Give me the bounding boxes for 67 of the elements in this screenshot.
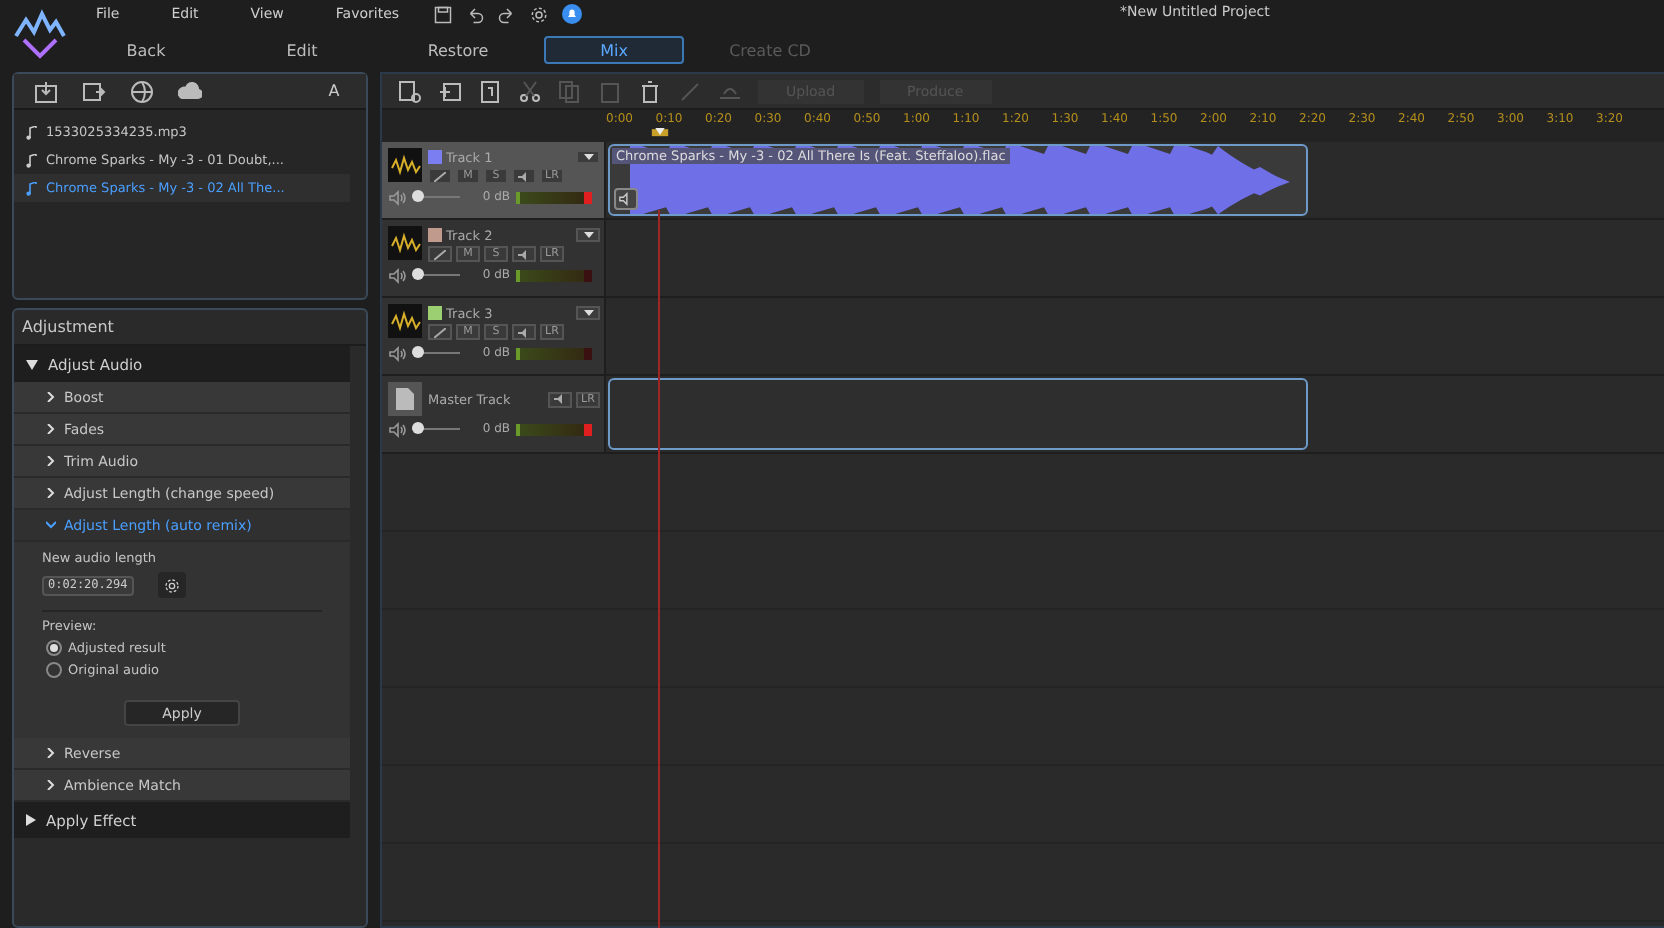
cloud-icon[interactable] bbox=[178, 79, 202, 103]
speaker-icon[interactable] bbox=[388, 267, 406, 283]
track-color-swatch[interactable] bbox=[428, 150, 442, 164]
track-menu-button[interactable] bbox=[576, 150, 600, 164]
settings-icon[interactable] bbox=[530, 5, 549, 23]
chevron-down-icon bbox=[46, 520, 56, 530]
app-logo bbox=[12, 8, 68, 60]
document-settings-icon[interactable] bbox=[398, 79, 422, 103]
track-insert-icon[interactable] bbox=[478, 79, 502, 103]
cut-icon[interactable] bbox=[518, 79, 542, 103]
speaker-icon[interactable] bbox=[388, 421, 406, 437]
music-note-icon bbox=[26, 125, 38, 139]
chevron-right-icon bbox=[46, 456, 56, 466]
chevron-right-icon bbox=[46, 488, 56, 498]
speaker-icon bbox=[518, 327, 530, 337]
undo-icon[interactable] bbox=[466, 5, 485, 23]
envelope-button[interactable] bbox=[428, 324, 452, 340]
track-color-swatch[interactable] bbox=[428, 228, 442, 242]
export-icon[interactable] bbox=[82, 79, 106, 103]
chevron-right-icon bbox=[46, 392, 56, 402]
music-note-icon bbox=[26, 153, 38, 167]
caret-icon bbox=[583, 154, 593, 160]
speaker-icon bbox=[618, 192, 634, 206]
playhead-handle[interactable] bbox=[646, 128, 674, 142]
radio-button[interactable] bbox=[46, 640, 62, 656]
track-color-swatch[interactable] bbox=[428, 306, 442, 320]
caret-icon bbox=[583, 310, 593, 316]
settings-icon bbox=[164, 577, 180, 593]
mode-tab[interactable]: Edit bbox=[232, 36, 372, 64]
mode-tab[interactable]: Mix bbox=[544, 36, 684, 64]
track-menu-button[interactable] bbox=[576, 306, 600, 320]
save-icon[interactable] bbox=[434, 5, 453, 23]
radio-button[interactable] bbox=[46, 662, 62, 678]
waveform-thumbnail-icon bbox=[388, 304, 422, 338]
collapsed-arrow-icon bbox=[26, 814, 36, 826]
chevron-right-icon bbox=[46, 424, 56, 434]
music-file-icon bbox=[388, 382, 422, 416]
master-clip-region[interactable] bbox=[608, 378, 1308, 450]
speaker-icon bbox=[518, 171, 530, 181]
trash-icon[interactable] bbox=[638, 79, 662, 103]
caret-icon bbox=[583, 232, 593, 238]
track-menu-button[interactable] bbox=[576, 228, 600, 242]
mode-tab[interactable]: Restore bbox=[388, 36, 528, 64]
envelope-button[interactable] bbox=[428, 168, 452, 184]
font-size-button[interactable]: A bbox=[322, 83, 346, 99]
chevron-right-icon bbox=[46, 780, 56, 790]
volume-button[interactable] bbox=[548, 391, 572, 407]
speaker-icon bbox=[554, 394, 566, 404]
speaker-icon[interactable] bbox=[388, 189, 406, 205]
settings-button[interactable] bbox=[158, 572, 186, 598]
chevron-right-icon bbox=[46, 748, 56, 758]
redo-icon[interactable] bbox=[498, 5, 517, 23]
speaker-icon[interactable] bbox=[388, 345, 406, 361]
waveform-thumbnail-icon bbox=[388, 148, 422, 182]
notification-icon[interactable] bbox=[561, 4, 582, 24]
globe-icon[interactable] bbox=[130, 79, 154, 103]
music-note-icon bbox=[26, 181, 38, 195]
volume-button[interactable] bbox=[512, 324, 536, 340]
waveform-thumbnail-icon bbox=[388, 226, 422, 260]
import-icon[interactable] bbox=[34, 79, 58, 103]
expanded-arrow-icon bbox=[26, 359, 38, 369]
envelope-button[interactable] bbox=[428, 246, 452, 262]
volume-button[interactable] bbox=[512, 168, 536, 184]
mode-tab[interactable]: Back bbox=[76, 36, 216, 64]
volume-button[interactable] bbox=[512, 246, 536, 262]
speaker-icon bbox=[518, 249, 530, 259]
add-track-icon[interactable] bbox=[438, 79, 462, 103]
